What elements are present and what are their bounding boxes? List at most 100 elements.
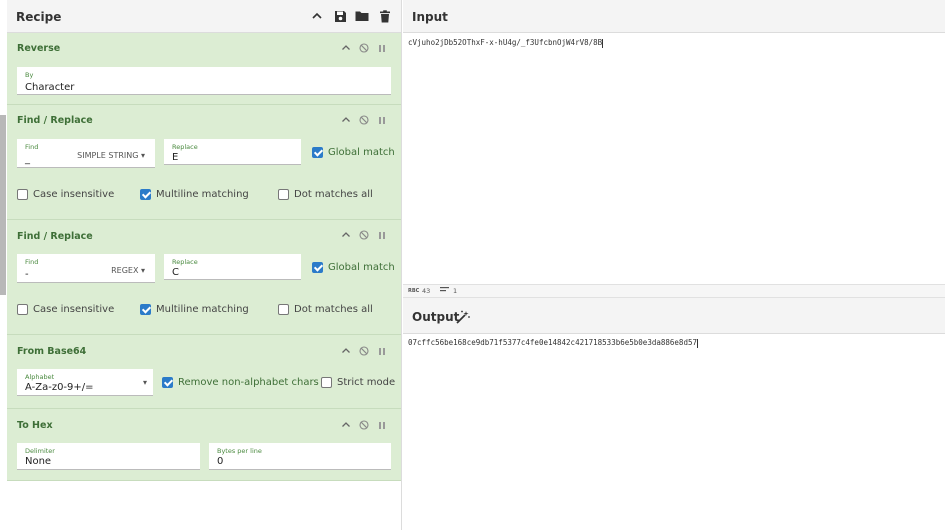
checkbox-checked-icon <box>140 304 151 315</box>
operation-title: Find / Replace <box>17 231 93 242</box>
checkbox-icon <box>278 304 289 315</box>
global-match-checkbox[interactable]: Global match <box>312 262 395 273</box>
operation-title: Reverse <box>17 43 61 54</box>
recipe-title: Recipe <box>16 10 62 24</box>
remove-nonalpha-checkbox[interactable]: Remove non-alphabet chars <box>162 377 319 388</box>
input-header: Input <box>403 0 945 33</box>
checkbox-label: Strict mode <box>337 377 396 388</box>
magic-wand-icon[interactable] <box>456 309 470 328</box>
input-title: Input <box>412 10 448 24</box>
disable-icon[interactable] <box>358 42 370 54</box>
text-cursor <box>696 338 698 348</box>
pause-icon[interactable] <box>376 42 388 54</box>
checkbox-label: Dot matches all <box>294 304 373 315</box>
by-field[interactable]: By Character <box>17 67 391 95</box>
operation-to-hex: To Hex Delimiter None Bytes per line 0 <box>7 409 401 481</box>
operation-reverse: Reverse By Character <box>7 33 401 105</box>
chevron-up-icon[interactable] <box>340 114 352 126</box>
pause-icon[interactable] <box>376 419 388 431</box>
disable-icon[interactable] <box>358 419 370 431</box>
checkbox-label: Global match <box>328 262 395 273</box>
checkbox-label: Multiline matching <box>156 304 249 315</box>
field-value: Character <box>25 82 75 93</box>
disable-icon[interactable] <box>358 229 370 241</box>
checkbox-checked-icon <box>312 147 323 158</box>
chevron-up-icon[interactable] <box>340 345 352 357</box>
find-value: - <box>25 269 29 280</box>
bytes-per-line-value: 0 <box>217 456 224 467</box>
text-cursor <box>602 38 604 48</box>
pause-icon[interactable] <box>376 345 388 357</box>
replace-value: E <box>172 152 179 163</box>
io-panel: Input cVjuho2jDb52OThxF-x-hU4g/_f3UfcbnO… <box>403 0 945 530</box>
multiline-checkbox[interactable]: Multiline matching <box>140 304 249 315</box>
chevron-up-icon[interactable] <box>340 419 352 431</box>
recipe-header: Recipe <box>7 0 401 33</box>
bytes-per-line-field[interactable]: Bytes per line 0 <box>209 443 391 470</box>
char-count-label: RBC <box>408 288 420 294</box>
folder-icon[interactable] <box>355 9 369 23</box>
chevron-up-icon[interactable] <box>340 229 352 241</box>
checkbox-label: Remove non-alphabet chars <box>178 377 319 388</box>
chevron-up-icon[interactable] <box>310 9 324 23</box>
case-insensitive-checkbox[interactable]: Case insensitive <box>17 304 114 315</box>
chevron-up-icon[interactable] <box>340 42 352 54</box>
input-status-bar: RBC 43 1 <box>403 284 945 298</box>
field-label: Bytes per line <box>217 447 262 455</box>
find-field[interactable]: Find - REGEX ▾ <box>17 254 155 283</box>
char-count: 43 <box>422 287 431 295</box>
input-textarea[interactable]: cVjuho2jDb52OThxF-x-hU4g/_f3UfcbnOjW4rV8… <box>403 33 945 284</box>
checkbox-icon <box>321 377 332 388</box>
checkbox-checked-icon <box>162 377 173 388</box>
field-label: Replace <box>172 143 198 151</box>
operation-from-base64: From Base64 Alphabet A-Za-z0-9+/= ▾ Remo… <box>7 335 401 409</box>
pause-icon[interactable] <box>376 114 388 126</box>
replace-field[interactable]: Replace C <box>164 254 301 280</box>
lines-icon <box>440 286 449 296</box>
field-label: Delimiter <box>25 447 55 455</box>
operation-find-replace: Find / Replace Find - REGEX ▾ Replace C … <box>7 220 401 335</box>
find-type-dropdown[interactable]: SIMPLE STRING ▾ <box>77 151 145 160</box>
delimiter-value: None <box>25 456 52 467</box>
operation-title: From Base64 <box>17 346 87 357</box>
delimiter-select[interactable]: Delimiter None <box>17 443 200 470</box>
output-header: Output <box>403 298 945 334</box>
save-icon[interactable] <box>333 9 347 23</box>
operation-find-replace: Find / Replace Find _ SIMPLE STRING ▾ Re… <box>7 105 401 220</box>
dot-matches-checkbox[interactable]: Dot matches all <box>278 304 373 315</box>
field-label: Alphabet <box>25 373 55 381</box>
pause-icon[interactable] <box>376 229 388 241</box>
output-text: 07cffc56be168ce9db71f5377c4fe0e14842c421… <box>408 338 697 347</box>
chevron-down-icon: ▾ <box>142 378 147 387</box>
checkbox-icon <box>17 304 28 315</box>
output-title: Output <box>412 310 460 324</box>
checkbox-label: Multiline matching <box>156 189 249 200</box>
case-insensitive-checkbox[interactable]: Case insensitive <box>17 189 114 200</box>
find-type: REGEX <box>111 266 139 275</box>
checkbox-icon <box>17 189 28 200</box>
replace-field[interactable]: Replace E <box>164 139 301 165</box>
field-label: Find <box>25 143 39 151</box>
operation-title: Find / Replace <box>17 115 93 126</box>
find-field[interactable]: Find _ SIMPLE STRING ▾ <box>17 139 155 168</box>
checkbox-checked-icon <box>312 262 323 273</box>
dot-matches-checkbox[interactable]: Dot matches all <box>278 189 373 200</box>
global-match-checkbox[interactable]: Global match <box>312 147 395 158</box>
multiline-checkbox[interactable]: Multiline matching <box>140 189 249 200</box>
alphabet-select[interactable]: Alphabet A-Za-z0-9+/= ▾ <box>17 369 153 396</box>
disable-icon[interactable] <box>358 114 370 126</box>
checkbox-label: Dot matches all <box>294 189 373 200</box>
line-count: 1 <box>453 287 458 295</box>
disable-icon[interactable] <box>358 345 370 357</box>
recipe-panel: Recipe Reverse By Character Find / Repla… <box>0 0 402 530</box>
panel-resize-handle[interactable] <box>0 115 6 295</box>
strict-mode-checkbox[interactable]: Strict mode <box>321 377 395 388</box>
find-type-dropdown[interactable]: REGEX ▾ <box>111 266 145 275</box>
output-textarea[interactable]: 07cffc56be168ce9db71f5377c4fe0e14842c421… <box>403 334 945 530</box>
checkbox-icon <box>278 189 289 200</box>
field-label: By <box>25 71 34 79</box>
alphabet-value: A-Za-z0-9+/= <box>25 382 94 393</box>
trash-icon[interactable] <box>378 9 392 23</box>
field-label: Find <box>25 258 39 266</box>
field-label: Replace <box>172 258 198 266</box>
